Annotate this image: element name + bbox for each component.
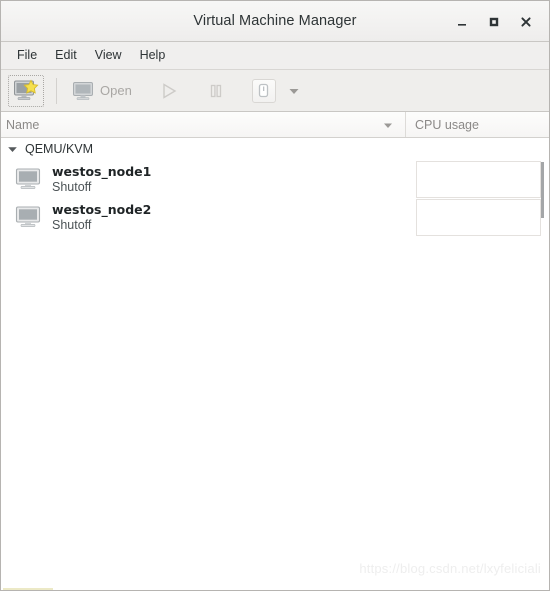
triangle-down-icon[interactable] [7, 144, 18, 155]
titlebar[interactable]: Virtual Machine Manager [1, 1, 549, 42]
vm-state: Shutoff [52, 217, 92, 232]
connection-group-label: QEMU/KVM [25, 142, 94, 156]
vm-list: QEMU/KVM westos_node1 Shutoff westos_nod… [1, 138, 549, 590]
menu-edit[interactable]: Edit [46, 45, 86, 66]
menu-file[interactable]: File [8, 45, 46, 66]
open-button[interactable]: Open [67, 74, 137, 108]
shutdown-icon [259, 83, 269, 98]
run-button[interactable] [153, 74, 185, 108]
new-vm-monitor-star-icon [14, 79, 39, 100]
vertical-scrollbar[interactable] [541, 138, 547, 590]
column-header-cpu-usage-label: CPU usage [415, 117, 479, 132]
menu-view[interactable]: View [86, 45, 131, 66]
window-title: Virtual Machine Manager [193, 13, 357, 29]
table-row[interactable]: westos_node2 Shutoff [1, 198, 549, 236]
sort-descending-caret-icon [384, 123, 392, 128]
open-button-label: Open [100, 83, 132, 98]
vm-state: Shutoff [52, 179, 92, 194]
toolbar: Open [1, 70, 549, 112]
close-icon [521, 16, 531, 27]
cpu-usage-sparkline [416, 198, 541, 236]
shutdown-menu-button[interactable] [281, 74, 307, 108]
bottom-edge-artifact [3, 588, 53, 590]
list-column-header: Name CPU usage [1, 112, 549, 138]
column-header-name-label: Name [6, 117, 40, 132]
monitor-icon [73, 81, 93, 100]
pause-button[interactable] [201, 74, 231, 108]
minimize-icon [458, 23, 466, 26]
vertical-scrollbar-thumb[interactable] [541, 162, 544, 218]
vm-name: westos_node1 [52, 163, 152, 179]
cpu-usage-sparkline [416, 160, 541, 198]
column-header-name[interactable]: Name [1, 112, 406, 137]
close-button[interactable] [511, 8, 541, 36]
window-controls [447, 1, 541, 42]
vm-text-block: westos_node1 Shutoff [52, 164, 151, 195]
maximize-icon [489, 17, 499, 26]
shutdown-button-frame [251, 78, 276, 103]
monitor-icon [15, 168, 41, 189]
table-row[interactable]: westos_node1 Shutoff [1, 160, 549, 198]
toolbar-separator [56, 77, 57, 104]
menubar: File Edit View Help [1, 42, 549, 70]
vm-text-block: westos_node2 Shutoff [52, 202, 151, 233]
monitor-icon [15, 206, 41, 227]
vm-name: westos_node2 [52, 201, 152, 217]
shutdown-button[interactable] [247, 74, 281, 108]
chevron-down-icon [289, 88, 299, 94]
menu-help[interactable]: Help [131, 45, 175, 66]
column-header-cpu-usage[interactable]: CPU usage [406, 112, 549, 137]
new-virtual-machine-button[interactable] [8, 74, 44, 107]
pause-icon [210, 84, 221, 97]
watermark: https://blog.csdn.net/lxyfeliciali [359, 561, 541, 576]
virtual-machine-manager-window: Virtual Machine Manager File Edit View H… [0, 0, 550, 591]
play-icon [163, 82, 177, 99]
minimize-button[interactable] [447, 8, 477, 36]
maximize-button[interactable] [479, 8, 509, 36]
connection-group-row[interactable]: QEMU/KVM [1, 138, 549, 160]
